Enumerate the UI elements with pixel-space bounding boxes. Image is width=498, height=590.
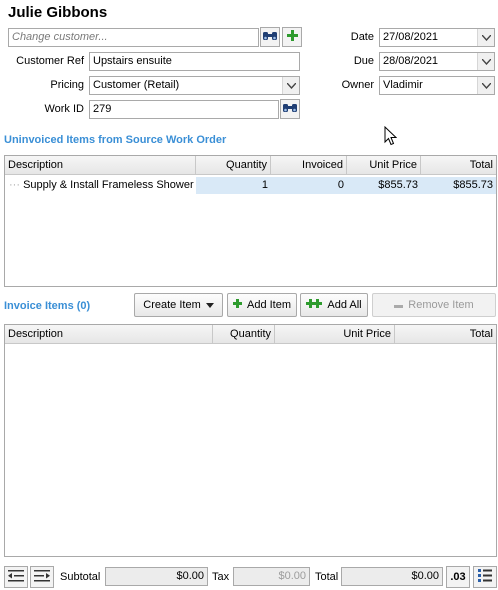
change-customer-input[interactable]: Change customer...: [8, 28, 259, 47]
date-label: Date: [350, 31, 374, 43]
create-item-button[interactable]: Create Item: [134, 293, 223, 317]
row-description: Supply & Install Frameless Shower: [23, 179, 194, 191]
add-customer-button[interactable]: [282, 27, 302, 47]
column-header-quantity[interactable]: Quantity: [213, 325, 275, 343]
due-label: Due: [353, 55, 374, 67]
column-header-total[interactable]: Total: [395, 325, 496, 343]
decimal-places-button[interactable]: .03: [446, 566, 470, 588]
column-header-description[interactable]: Description: [5, 156, 196, 174]
column-header-total[interactable]: Total: [421, 156, 496, 174]
uninvoiced-heading: Uninvoiced Items from Source Work Order: [4, 134, 227, 146]
column-header-unit-price[interactable]: Unit Price: [275, 325, 395, 343]
list-options-button[interactable]: [473, 566, 497, 588]
column-header-quantity[interactable]: Quantity: [196, 156, 271, 174]
double-plus-icon: [306, 299, 323, 311]
date-picker[interactable]: 27/08/2021: [379, 28, 495, 47]
invoice-items-heading: Invoice Items (0): [4, 300, 91, 312]
uninvoiced-grid[interactable]: Description Quantity Invoiced Unit Price…: [4, 155, 497, 287]
row-total: $855.73: [421, 177, 496, 194]
due-date-picker[interactable]: 28/08/2021: [379, 52, 495, 71]
add-item-button[interactable]: Add Item: [227, 293, 297, 317]
work-id-label: Work ID: [44, 103, 84, 115]
date-value: 27/08/2021: [383, 31, 439, 43]
list-icon: [478, 569, 492, 585]
tax-label: Tax: [212, 571, 230, 583]
add-item-label: Add Item: [246, 299, 292, 311]
table-row[interactable]: ··· Supply & Install Frameless Shower 1 …: [5, 177, 496, 194]
search-work-order-button[interactable]: [280, 99, 300, 119]
column-header-invoiced[interactable]: Invoiced: [271, 156, 347, 174]
plus-icon: [232, 299, 242, 311]
row-quantity: 1: [196, 177, 271, 194]
wrap-text-button[interactable]: [30, 566, 54, 588]
tax-field: $0.00: [233, 567, 310, 586]
customer-ref-label: Customer Ref: [16, 55, 84, 67]
owner-dropdown-button[interactable]: [477, 77, 494, 94]
pricing-value: Customer (Retail): [93, 79, 180, 91]
chevron-down-icon: [481, 58, 491, 65]
column-header-unit-price[interactable]: Unit Price: [347, 156, 421, 174]
wrap-icon: [34, 569, 50, 586]
total-field: $0.00: [341, 567, 443, 586]
subtotal-label: Subtotal: [60, 571, 101, 583]
binoculars-icon: [282, 102, 298, 117]
subtotal-field: $0.00: [105, 567, 208, 586]
outdent-icon: [8, 569, 24, 586]
minus-icon: [394, 299, 404, 311]
remove-item-label: Remove Item: [408, 299, 474, 311]
customer-name: Julie Gibbons: [8, 4, 108, 21]
mouse-cursor-icon: [384, 125, 398, 149]
indent-left-button[interactable]: [4, 566, 28, 588]
uninvoiced-grid-header: Description Quantity Invoiced Unit Price…: [5, 156, 496, 175]
dropdown-arrow-icon: [205, 299, 214, 311]
invoice-grid-header: Description Quantity Unit Price Total: [5, 325, 496, 344]
customer-ref-field[interactable]: Upstairs ensuite: [89, 52, 300, 71]
row-invoiced: 0: [271, 177, 347, 194]
total-label: Total: [315, 571, 339, 583]
remove-item-button[interactable]: Remove Item: [372, 293, 496, 317]
pricing-dropdown-button[interactable]: [282, 77, 299, 94]
work-id-field[interactable]: 279: [89, 100, 279, 119]
owner-select[interactable]: Vladimir: [379, 76, 495, 95]
add-all-button[interactable]: Add All: [300, 293, 368, 317]
pricing-label: Pricing: [50, 79, 84, 91]
date-dropdown-button[interactable]: [477, 29, 494, 46]
binoculars-icon: [262, 30, 278, 45]
decimal-places-label: .03: [450, 571, 466, 583]
add-all-label: Add All: [327, 299, 362, 311]
due-value: 28/08/2021: [383, 55, 439, 67]
plus-icon: [286, 30, 298, 44]
chevron-down-icon: [286, 82, 296, 89]
row-unit-price: $855.73: [347, 177, 421, 194]
chevron-down-icon: [481, 34, 491, 41]
search-customer-button[interactable]: [260, 27, 280, 47]
chevron-down-icon: [481, 82, 491, 89]
row-description-cell: ··· Supply & Install Frameless Shower: [9, 179, 194, 191]
due-dropdown-button[interactable]: [477, 53, 494, 70]
invoice-items-grid[interactable]: Description Quantity Unit Price Total: [4, 324, 497, 557]
owner-value: Vladimir: [383, 79, 423, 91]
pricing-select[interactable]: Customer (Retail): [89, 76, 300, 95]
column-header-description[interactable]: Description: [5, 325, 213, 343]
owner-label: Owner: [341, 79, 374, 91]
create-item-label: Create Item: [143, 299, 201, 311]
